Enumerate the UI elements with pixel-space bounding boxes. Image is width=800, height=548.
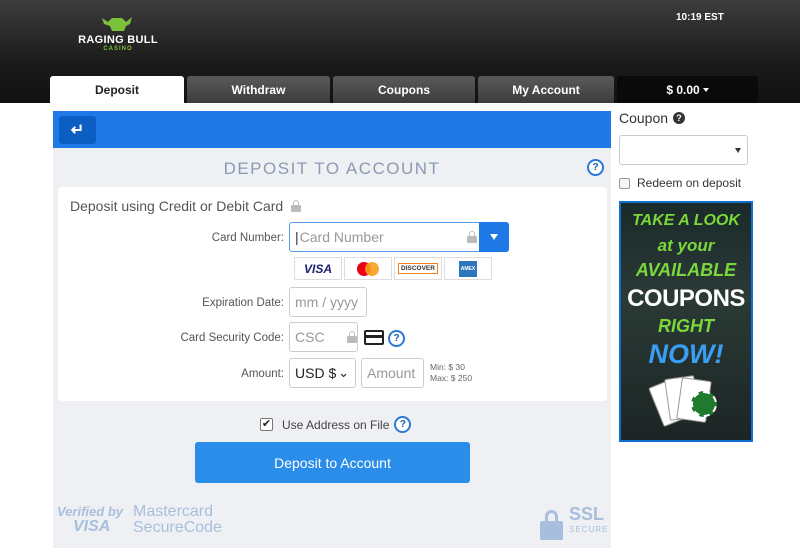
amount-placeholder: Amount — [367, 365, 416, 381]
tab-coupons[interactable]: Coupons — [333, 76, 475, 103]
use-address-label[interactable]: Use Address on File — [282, 418, 389, 432]
amount-limits: Min: $ 30 Max: $ 250 — [430, 362, 472, 384]
coupon-label-text: Coupon — [619, 110, 669, 126]
amount-min: Min: $ 30 — [430, 362, 465, 372]
logo-subtext: CASINO — [103, 46, 133, 52]
mastercard-logo — [344, 257, 392, 280]
verified-by-text: Verified by — [57, 504, 123, 519]
balance-dropdown[interactable]: $ 0.00 — [617, 76, 758, 103]
expiration-placeholder: mm / yyyy — [295, 294, 358, 310]
poker-chip-icon — [691, 391, 717, 417]
form-heading-text: Deposit using Credit or Debit Card — [70, 198, 284, 214]
redeem-on-deposit-checkbox[interactable] — [619, 177, 630, 189]
lock-icon — [467, 231, 477, 243]
csc-help-icon[interactable]: ? — [388, 330, 405, 347]
chevron-down-icon — [735, 148, 741, 153]
promo-line-3: AVAILABLE — [635, 260, 737, 280]
ssl-text: SSL — [569, 504, 605, 524]
coupon-label: Coupon ? — [619, 110, 686, 126]
csc-label: Card Security Code: — [180, 332, 284, 344]
verified-visa-text: VISA — [73, 518, 111, 535]
padlock-icon — [540, 510, 563, 540]
amount-input[interactable]: Amount — [361, 358, 424, 388]
accepted-cards: VISA DISCOVER AMEX — [294, 257, 494, 280]
top-header: RAGING BULL CASINO 10:19 EST Deposit Wit… — [0, 0, 800, 103]
lock-icon — [347, 331, 357, 343]
expiration-input[interactable]: mm / yyyy — [289, 287, 367, 317]
card-number-label: Card Number: — [211, 232, 284, 244]
csc-input[interactable]: CSC — [289, 322, 358, 352]
logo-text: RAGING BULL — [78, 34, 158, 46]
balance-value: $ 0.00 — [666, 82, 700, 97]
use-address-row: ✔ Use Address on File ? — [260, 416, 412, 433]
verified-by-visa-badge: Verified by VISA — [57, 504, 123, 535]
credit-card-icon — [364, 330, 384, 345]
lock-icon — [291, 200, 302, 212]
promo-line-1: TAKE A LOOK — [632, 212, 740, 229]
promo-line-6: NOW! — [648, 339, 724, 369]
ssl-subtext: SECURE — [569, 525, 609, 534]
card-form: Deposit using Credit or Debit Card Card … — [58, 187, 607, 401]
amount-max: Max: $ 250 — [430, 373, 473, 383]
back-button[interactable]: ↵ — [59, 116, 96, 144]
coupon-select[interactable] — [619, 135, 748, 165]
clock: 10:19 EST — [676, 12, 724, 23]
form-heading: Deposit using Credit or Debit Card — [70, 198, 302, 214]
discover-logo: DISCOVER — [394, 257, 442, 280]
coupon-help-icon[interactable]: ? — [673, 112, 686, 124]
playing-cards-image — [648, 373, 731, 438]
amex-logo: AMEX — [444, 257, 492, 280]
page-title: DEPOSIT TO ACCOUNT — [223, 159, 441, 178]
deposit-panel: ↵ DEPOSIT TO ACCOUNT ? Deposit using Cre… — [53, 111, 611, 548]
deposit-to-account-button[interactable]: Deposit to Account — [195, 442, 470, 483]
caret-down-icon — [702, 88, 709, 92]
tab-my-account[interactable]: My Account — [478, 76, 614, 103]
expiration-label: Expiration Date: — [202, 297, 284, 309]
tab-deposit[interactable]: Deposit — [50, 76, 184, 103]
securecode-line2: SecureCode — [133, 519, 222, 536]
help-icon[interactable]: ? — [587, 159, 604, 176]
chevron-down-icon: ⌄ — [338, 365, 349, 380]
raging-bull-logo[interactable]: RAGING BULL CASINO — [78, 14, 158, 54]
tab-withdraw[interactable]: Withdraw — [187, 76, 330, 103]
csc-placeholder: CSC — [295, 329, 325, 345]
redeem-row: Redeem on deposit — [619, 176, 741, 190]
text-cursor: | — [295, 229, 299, 245]
chevron-down-icon — [490, 234, 498, 240]
promo-line-4: COUPONS — [627, 285, 745, 312]
mastercard-securecode-badge: Mastercard SecureCode — [133, 504, 222, 536]
promo-line-5: RIGHT — [658, 316, 714, 336]
currency-value: USD $ — [295, 365, 337, 381]
card-type-dropdown-button[interactable] — [479, 222, 509, 252]
redeem-label[interactable]: Redeem on deposit — [637, 176, 741, 190]
amount-label: Amount: — [241, 368, 284, 380]
promo-line-2: at your — [657, 236, 715, 255]
card-number-placeholder: Card Number — [299, 229, 384, 245]
use-address-checkbox[interactable]: ✔ — [260, 418, 273, 431]
return-arrow-icon: ↵ — [70, 122, 85, 139]
currency-select[interactable]: USD $ ⌄ — [289, 358, 356, 388]
coupons-promo-banner[interactable]: TAKE A LOOK at your AVAILABLE COUPONS RI… — [619, 201, 753, 442]
visa-logo: VISA — [294, 257, 342, 280]
card-number-input[interactable]: | Card Number — [289, 222, 509, 252]
ssl-secure-badge: SSL SECURE — [540, 504, 610, 542]
panel-toolbar: ↵ — [53, 111, 611, 148]
address-help-icon[interactable]: ? — [394, 416, 412, 433]
main-tabs: Deposit Withdraw Coupons My Account $ 0.… — [50, 76, 761, 103]
securecode-line1: Mastercard — [133, 503, 214, 520]
bull-icon — [102, 17, 132, 31]
